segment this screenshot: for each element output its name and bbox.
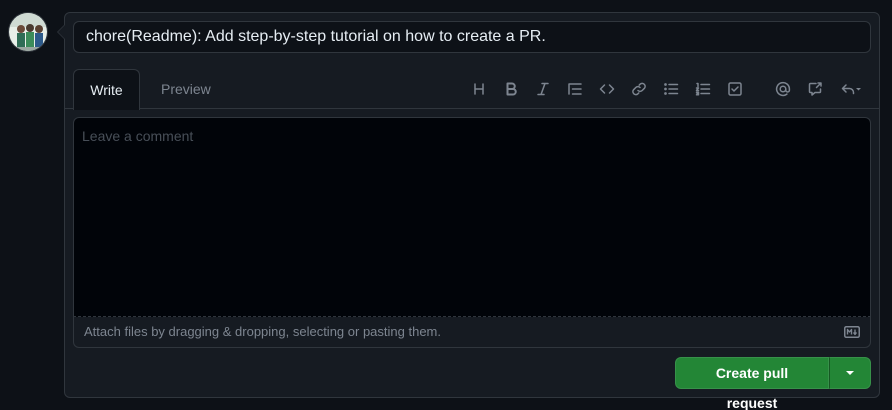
unordered-list-icon[interactable] (659, 77, 683, 101)
tab-preview[interactable]: Preview (145, 69, 227, 110)
avatar[interactable] (8, 12, 48, 52)
bold-icon[interactable] (499, 77, 523, 101)
title-input[interactable] (73, 21, 871, 53)
attach-files-hint: Attach files by dragging & dropping, sel… (84, 324, 441, 339)
pull-request-form: Write Preview (57, 12, 880, 410)
create-pr-button-group: Create pull request (675, 357, 871, 410)
saved-replies-icon[interactable] (835, 77, 869, 101)
markdown-icon[interactable] (844, 326, 860, 338)
create-pull-request-button[interactable]: Create pull request (675, 357, 829, 410)
link-icon[interactable] (627, 77, 651, 101)
task-list-icon[interactable] (723, 77, 747, 101)
italic-icon[interactable] (531, 77, 555, 101)
mention-icon[interactable] (771, 77, 795, 101)
caret-down-icon (846, 371, 854, 375)
attach-files-bar[interactable]: Attach files by dragging & dropping, sel… (73, 317, 871, 348)
quote-icon[interactable] (563, 77, 587, 101)
heading-icon[interactable] (467, 77, 491, 101)
avatar-image (9, 13, 47, 51)
editor-tab-bar: Write Preview (65, 69, 879, 110)
comment-textarea[interactable] (73, 117, 871, 317)
cross-reference-icon[interactable] (803, 77, 827, 101)
tab-write[interactable]: Write (73, 69, 140, 110)
code-icon[interactable] (595, 77, 619, 101)
ordered-list-icon[interactable] (691, 77, 715, 101)
create-options-dropdown[interactable] (829, 357, 871, 389)
